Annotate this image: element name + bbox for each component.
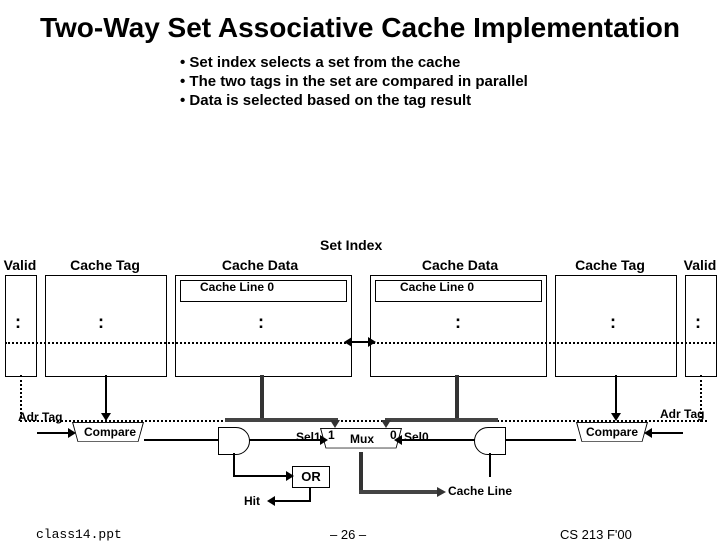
arrow-right-icon <box>368 337 376 347</box>
arrow-down-icon <box>330 420 340 428</box>
and-left-across <box>233 475 288 477</box>
ellipsis-icon: : <box>98 312 104 333</box>
and-gate-left <box>218 427 250 455</box>
arrow-right-icon <box>437 487 446 497</box>
cache-line-out-label: Cache Line <box>448 484 512 498</box>
set-select-connector <box>350 341 370 343</box>
arrow-down-icon <box>101 413 111 421</box>
cache-data-left-label: Cache Data <box>190 257 330 273</box>
cache-tag-left-label: Cache Tag <box>50 257 160 273</box>
ellipsis-icon: : <box>15 312 21 333</box>
set-index-label: Set Index <box>320 237 382 253</box>
sel1-label: Sel1 <box>296 430 321 444</box>
ellipsis-icon: : <box>695 312 701 333</box>
bullet-item: Data is selected based on the tag result <box>180 92 720 109</box>
or-gate: OR <box>292 466 330 488</box>
arrow-right-icon <box>320 435 328 445</box>
valid-left-label: Valid <box>0 257 40 273</box>
arrow-left-icon <box>394 435 402 445</box>
set-select-dash-right <box>370 342 715 344</box>
ellipsis-icon: : <box>455 312 461 333</box>
cache-line0-left-label: Cache Line 0 <box>200 280 274 294</box>
hit-label: Hit <box>244 494 260 508</box>
sel0-label: Sel0 <box>404 430 429 444</box>
arrow-down-icon <box>611 413 621 421</box>
arrow-left-icon <box>344 337 352 347</box>
adr-tag-left-label: Adr Tag <box>18 410 62 424</box>
and-gate-right <box>474 427 506 455</box>
set-select-dash-left <box>5 342 350 344</box>
mux-out-line <box>359 452 363 492</box>
page-title: Two-Way Set Associative Cache Implementa… <box>40 12 680 44</box>
tag-col-right <box>555 275 677 377</box>
cache-line-out-bus <box>359 490 439 494</box>
valid-col-right <box>685 275 717 377</box>
adr-tag-left-line <box>37 432 70 434</box>
cache-data-right-label: Cache Data <box>390 257 530 273</box>
ellipsis-icon: : <box>258 312 264 333</box>
mux-label: Mux <box>350 432 374 446</box>
adr-tag-right-line <box>650 432 683 434</box>
arrow-down-icon <box>381 420 391 428</box>
bullet-list: Set index selects a set from the cache T… <box>140 54 720 109</box>
cache-tag-right-label: Cache Tag <box>555 257 665 273</box>
compare-left-label: Compare <box>80 425 140 439</box>
arrow-left-icon <box>267 496 275 506</box>
tag-right-down <box>615 375 617 415</box>
bullet-item: Set index selects a set from the cache <box>180 54 720 71</box>
valid-right-label: Valid <box>680 257 720 273</box>
or-out-line <box>309 488 311 500</box>
bullet-item: The two tags in the set are compared in … <box>180 73 720 90</box>
data-left-bus <box>225 418 338 422</box>
and-right-down <box>489 453 491 477</box>
tag-left-down <box>105 375 107 415</box>
data-right-down <box>455 375 459 418</box>
mux-one-label: 1 <box>328 428 335 442</box>
compare-right-label: Compare <box>582 425 642 439</box>
cache-line0-right-label: Cache Line 0 <box>400 280 474 294</box>
ellipsis-icon: : <box>610 312 616 333</box>
hit-line <box>273 500 311 502</box>
data-left-down <box>260 375 264 418</box>
and-left-down <box>233 453 235 477</box>
valid-col-left <box>5 275 37 377</box>
tag-col-left <box>45 275 167 377</box>
adr-tag-right-label: Adr Tag <box>660 407 704 421</box>
data-right-bus <box>385 418 498 422</box>
